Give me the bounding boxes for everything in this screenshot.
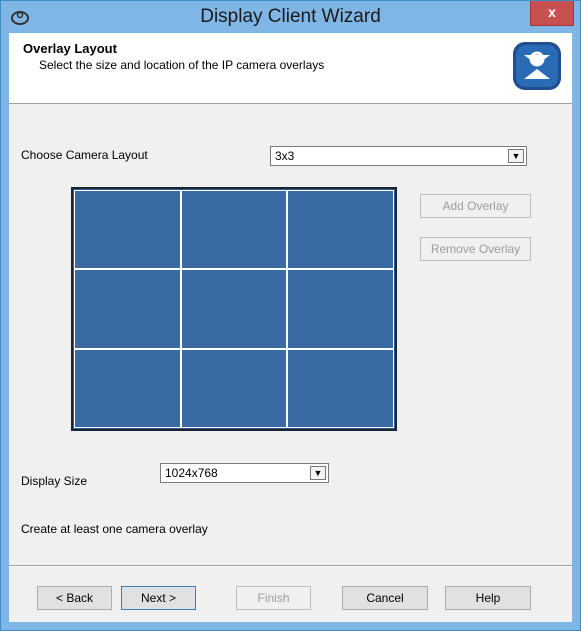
next-button[interactable]: Next > — [121, 586, 196, 610]
wizard-header: Overlay Layout Select the size and locat… — [9, 33, 572, 104]
overlay-cell[interactable] — [287, 189, 394, 270]
wizard-body: Overlay Layout Select the size and locat… — [9, 33, 572, 622]
help-button[interactable]: Help — [445, 586, 531, 610]
thinmanager-logo-icon — [513, 42, 561, 90]
camera-layout-value: 3x3 — [275, 149, 295, 163]
overlay-cell[interactable] — [180, 189, 288, 270]
chevron-down-icon[interactable]: ▼ — [508, 149, 524, 163]
display-size-select[interactable]: 1024x768 ▼ — [160, 463, 329, 483]
remove-overlay-button[interactable]: Remove Overlay — [420, 237, 531, 261]
footer-divider — [9, 565, 572, 567]
overlay-cell[interactable] — [287, 269, 394, 349]
camera-layout-label: Choose Camera Layout — [21, 148, 148, 162]
window-title: Display Client Wizard — [200, 6, 381, 27]
finish-button[interactable]: Finish — [236, 586, 311, 610]
overlay-cell[interactable] — [180, 348, 288, 429]
page-subtitle: Select the size and location of the IP c… — [39, 58, 325, 72]
display-size-label: Display Size — [21, 474, 88, 488]
chevron-down-icon[interactable]: ▼ — [310, 466, 326, 480]
status-message: Create at least one camera overlay — [21, 522, 208, 536]
cancel-button[interactable]: Cancel — [342, 586, 428, 610]
add-overlay-button[interactable]: Add Overlay — [420, 194, 531, 218]
overlay-cell[interactable] — [287, 348, 394, 429]
overlay-cell[interactable] — [74, 269, 181, 349]
wizard-window: Display Client Wizard x Overlay Layout S… — [0, 0, 581, 631]
overlay-cell[interactable] — [74, 189, 181, 270]
overlay-cell[interactable] — [180, 269, 288, 349]
camera-layout-grid[interactable] — [71, 187, 397, 431]
camera-layout-select[interactable]: 3x3 ▼ — [270, 146, 527, 166]
close-button[interactable]: x — [530, 1, 574, 26]
back-button[interactable]: < Back — [37, 586, 112, 610]
title-bar: Display Client Wizard x — [1, 1, 580, 33]
overlay-cell[interactable] — [74, 348, 181, 429]
display-size-value: 1024x768 — [165, 466, 218, 480]
page-title: Overlay Layout — [23, 41, 117, 56]
